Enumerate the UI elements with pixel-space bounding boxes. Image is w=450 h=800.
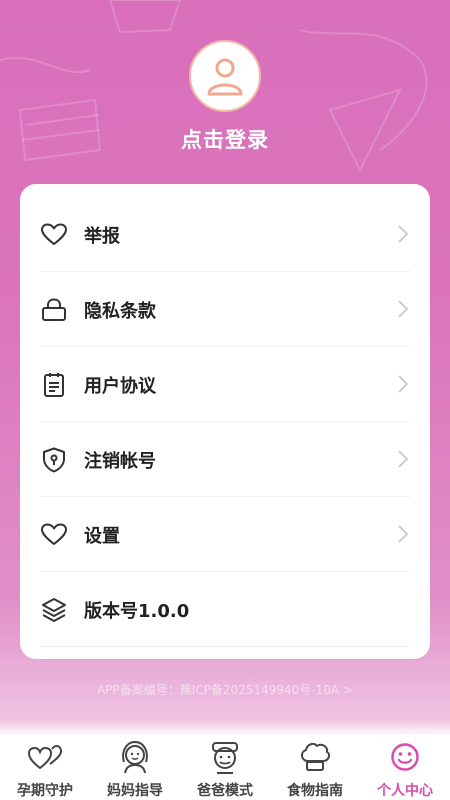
tab-label: 孕期守护 (17, 783, 73, 799)
settings-card: 举报 隐私条款 用户协议 注销帐号 设置 版本号1.0.0 (20, 184, 430, 659)
version-label: 版本号1.0.0 (84, 600, 190, 622)
menu-item-privacy[interactable]: 隐私条款 (40, 272, 410, 347)
tab-label: 食物指南 (287, 783, 343, 799)
menu-item-user-agreement[interactable]: 用户协议 (40, 347, 410, 422)
chevron-right-icon (398, 375, 409, 393)
menu-item-label: 设置 (84, 525, 120, 547)
tab-dad-mode[interactable]: 爸爸模式 (180, 734, 270, 800)
chevron-right-icon (398, 450, 409, 468)
layers-icon (40, 596, 68, 624)
chevron-right-icon (398, 525, 409, 543)
hearts-icon (27, 740, 63, 774)
tab-label: 妈妈指导 (107, 783, 163, 799)
tab-mom-guide[interactable]: 妈妈指导 (90, 734, 180, 800)
heart-icon (40, 221, 68, 249)
menu-item-label: 注销帐号 (84, 450, 156, 472)
chevron-right-icon (398, 300, 409, 318)
bottom-tab-bar: 孕期守护 妈妈指导 爸爸模式 食物指南 个人中心 (0, 733, 450, 800)
menu-item-label: 举报 (84, 225, 120, 247)
avatar[interactable] (189, 40, 261, 112)
tab-personal-center[interactable]: 个人中心 (360, 734, 450, 800)
chef-hat-icon (297, 740, 333, 774)
divider (40, 646, 410, 647)
menu-item-label: 隐私条款 (84, 300, 156, 322)
chevron-right-icon (398, 225, 409, 243)
menu-item-label: 用户协议 (84, 375, 156, 397)
lock-icon (40, 296, 68, 324)
smiley-icon (387, 740, 423, 774)
icp-record-link[interactable]: APP备案编号：豫ICP备2025149940号-10A > (0, 681, 450, 698)
menu-item-version: 版本号1.0.0 (40, 572, 410, 647)
heart-icon (40, 521, 68, 549)
profile-header: 点击登录 (0, 0, 450, 180)
document-icon (40, 371, 68, 399)
shield-icon (40, 446, 68, 474)
login-button[interactable]: 点击登录 (0, 124, 450, 154)
tab-label: 爸爸模式 (197, 783, 253, 799)
mother-icon (117, 740, 153, 774)
tab-pregnancy-care[interactable]: 孕期守护 (0, 734, 90, 800)
menu-item-report[interactable]: 举报 (40, 197, 410, 272)
tab-label: 个人中心 (377, 783, 433, 799)
menu-item-delete-account[interactable]: 注销帐号 (40, 422, 410, 497)
user-icon (207, 58, 243, 96)
tab-food-guide[interactable]: 食物指南 (270, 734, 360, 800)
father-icon (207, 740, 243, 774)
menu-item-settings[interactable]: 设置 (40, 497, 410, 572)
